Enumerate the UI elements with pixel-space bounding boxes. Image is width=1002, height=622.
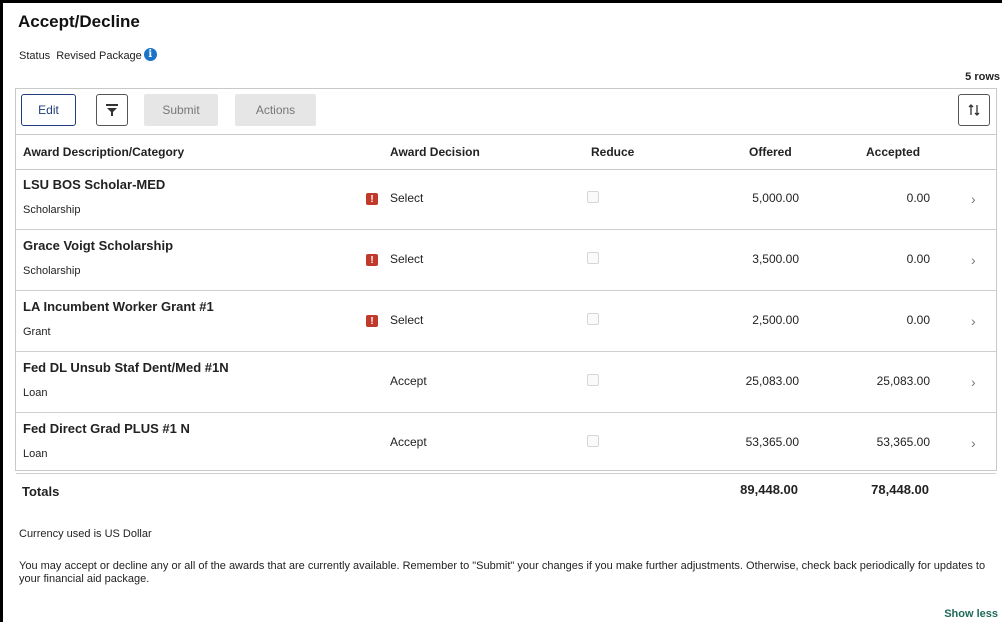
table-row[interactable]: Fed DL Unsub Staf Dent/Med #1N Loan Acce… bbox=[16, 352, 996, 413]
status-label: Status bbox=[19, 50, 51, 62]
award-decision-value[interactable]: Accept bbox=[390, 374, 427, 388]
award-category: Scholarship bbox=[23, 204, 81, 216]
header-decision: Award Decision bbox=[390, 145, 480, 159]
award-category: Loan bbox=[23, 387, 48, 399]
award-category: Grant bbox=[23, 326, 51, 338]
chevron-right-icon[interactable]: › bbox=[971, 435, 976, 451]
award-category: Scholarship bbox=[23, 265, 81, 277]
offered-amount: 5,000.00 bbox=[752, 191, 799, 205]
rows-count: 5 rows bbox=[965, 71, 1000, 83]
offered-amount: 53,365.00 bbox=[745, 435, 799, 449]
header-reduce: Reduce bbox=[591, 145, 635, 159]
info-icon[interactable]: i bbox=[143, 47, 157, 61]
accepted-amount: 25,083.00 bbox=[876, 374, 930, 388]
totals-label: Totals bbox=[22, 484, 60, 499]
award-title: Grace Voigt Scholarship bbox=[23, 238, 174, 253]
warning-icon: ! bbox=[366, 315, 378, 327]
status-line: Status Revised Package i bbox=[19, 47, 157, 62]
award-title: Fed DL Unsub Staf Dent/Med #1N bbox=[23, 360, 229, 375]
award-category: Loan bbox=[23, 448, 48, 460]
table-row[interactable]: Grace Voigt Scholarship Scholarship ! Se… bbox=[16, 230, 996, 291]
award-title: LSU BOS Scholar-MED bbox=[23, 177, 166, 192]
currency-note: Currency used is US Dollar bbox=[19, 528, 152, 540]
award-decision-select[interactable]: Select bbox=[390, 313, 423, 327]
table-header: Award Description/Category Award Decisio… bbox=[16, 134, 996, 170]
offered-amount: 25,083.00 bbox=[745, 374, 799, 388]
frame-left-border bbox=[0, 0, 3, 622]
reduce-checkbox[interactable] bbox=[587, 435, 599, 447]
header-description: Award Description/Category bbox=[23, 145, 185, 159]
accepted-amount: 0.00 bbox=[906, 191, 930, 205]
sort-icon bbox=[968, 104, 980, 116]
chevron-right-icon[interactable]: › bbox=[971, 191, 976, 207]
warning-icon: ! bbox=[366, 254, 378, 266]
award-title: LA Incumbent Worker Grant #1 bbox=[23, 299, 214, 314]
reduce-checkbox[interactable] bbox=[587, 374, 599, 386]
offered-amount: 3,500.00 bbox=[752, 252, 799, 266]
accepted-amount: 0.00 bbox=[906, 313, 930, 327]
award-decision-select[interactable]: Select bbox=[390, 252, 423, 266]
chevron-right-icon[interactable]: › bbox=[971, 313, 976, 329]
grid-toolbar: Edit Submit Actions bbox=[16, 89, 996, 134]
warning-icon: ! bbox=[366, 193, 378, 205]
instruction-text: You may accept or decline any or all of … bbox=[19, 560, 986, 585]
accepted-amount: 53,365.00 bbox=[876, 435, 930, 449]
grid-bottom-border bbox=[15, 470, 997, 471]
table-row[interactable]: LSU BOS Scholar-MED Scholarship ! Select… bbox=[16, 169, 996, 230]
totals-offered: 89,448.00 bbox=[740, 482, 798, 497]
totals-accepted: 78,448.00 bbox=[871, 482, 929, 497]
award-decision-select[interactable]: Select bbox=[390, 191, 423, 205]
frame-top-border bbox=[0, 0, 1002, 3]
award-decision-value[interactable]: Accept bbox=[390, 435, 427, 449]
chevron-right-icon[interactable]: › bbox=[971, 252, 976, 268]
show-less-link[interactable]: Show less bbox=[944, 608, 998, 620]
edit-button[interactable]: Edit bbox=[21, 94, 76, 126]
filter-icon bbox=[106, 103, 118, 116]
actions-button[interactable]: Actions bbox=[235, 94, 316, 126]
chevron-right-icon[interactable]: › bbox=[971, 374, 976, 390]
reduce-checkbox[interactable] bbox=[587, 252, 599, 264]
filter-button[interactable] bbox=[96, 94, 128, 126]
reduce-checkbox[interactable] bbox=[587, 313, 599, 325]
submit-button[interactable]: Submit bbox=[144, 94, 218, 126]
table-row[interactable]: Fed Direct Grad PLUS #1 N Loan Accept 53… bbox=[16, 413, 996, 474]
offered-amount: 2,500.00 bbox=[752, 313, 799, 327]
header-offered: Offered bbox=[749, 145, 792, 159]
accepted-amount: 0.00 bbox=[906, 252, 930, 266]
reduce-checkbox[interactable] bbox=[587, 191, 599, 203]
awards-grid: Edit Submit Actions Award Description/Ca… bbox=[15, 88, 997, 474]
header-accepted: Accepted bbox=[866, 145, 921, 159]
award-title: Fed Direct Grad PLUS #1 N bbox=[23, 421, 190, 436]
sort-button[interactable] bbox=[958, 94, 990, 126]
page-title: Accept/Decline bbox=[18, 12, 140, 31]
table-row[interactable]: LA Incumbent Worker Grant #1 Grant ! Sel… bbox=[16, 291, 996, 352]
status-value: Revised Package bbox=[56, 50, 142, 62]
